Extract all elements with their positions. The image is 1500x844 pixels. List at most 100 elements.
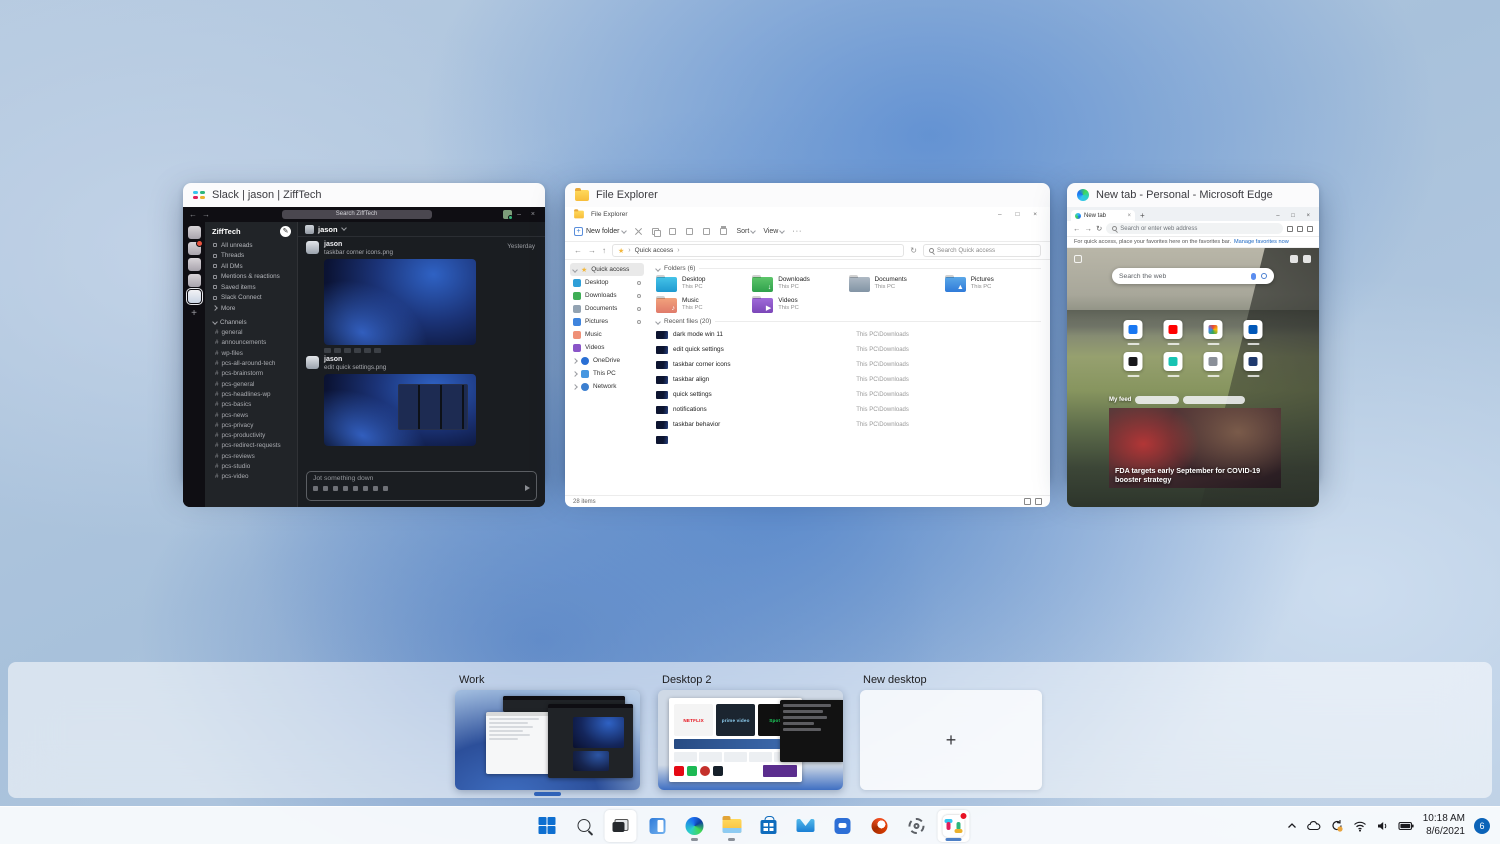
slack-card-header: Slack | jason | ZiffTech bbox=[183, 183, 545, 207]
composer-toolbar bbox=[313, 485, 530, 491]
recent-file-row: notificationsThis PC\Downloads bbox=[656, 402, 1041, 417]
edge-icon bbox=[1077, 189, 1089, 201]
send-icon bbox=[525, 485, 530, 491]
new-tab-icon: + bbox=[1140, 211, 1145, 220]
sidebar-item-videos: Videos bbox=[570, 341, 644, 354]
attachment-image-settings bbox=[324, 374, 476, 446]
browser-tab: New tab × bbox=[1071, 210, 1135, 221]
folder-tile-videos: ▶ VideosThis PC bbox=[752, 297, 848, 313]
workspace-name: ZiffTech bbox=[212, 227, 280, 236]
recent-file-row: taskbar behaviorThis PC\Downloads bbox=[656, 417, 1041, 432]
mail-icon bbox=[797, 819, 815, 832]
battery-icon[interactable] bbox=[1398, 821, 1414, 831]
task-view-window-slack[interactable]: Slack | jason | ZiffTech ← → Search Ziff… bbox=[183, 183, 545, 483]
refresh-icon: ↻ bbox=[910, 246, 917, 255]
copy-icon bbox=[651, 227, 660, 236]
netflix-tile: NETFLIX bbox=[674, 704, 713, 736]
quick-link-tiles bbox=[1124, 320, 1263, 371]
search-button[interactable] bbox=[568, 810, 600, 842]
search-icon bbox=[1261, 273, 1267, 279]
folder-tile-desktop: DesktopThis PC bbox=[656, 276, 752, 292]
quick-link-tile bbox=[1244, 320, 1263, 339]
onedrive-cloud-icon[interactable] bbox=[1307, 820, 1321, 832]
start-button[interactable] bbox=[531, 810, 563, 842]
message-composer: Jot something down bbox=[306, 471, 537, 501]
pictures-folder-icon: ▲ bbox=[945, 277, 966, 292]
taskbar: 10:18 AM 8/6/2021 6 bbox=[0, 806, 1500, 844]
explorer-thumbnail: File Explorer – □ × +New folder Sort Vie… bbox=[565, 207, 1050, 507]
edge-window-title: New tab - Personal - Microsoft Edge bbox=[1096, 189, 1273, 201]
sidebar-item-onedrive: OneDrive bbox=[570, 354, 644, 367]
quick-link-tile bbox=[1204, 320, 1223, 339]
new-desktop-button[interactable]: + bbox=[860, 690, 1042, 790]
channel-item: pcs-general bbox=[205, 379, 297, 389]
slack-taskbar-button[interactable] bbox=[938, 810, 970, 842]
camera-icon bbox=[1290, 255, 1298, 263]
desktop-thumbnail-work[interactable] bbox=[455, 690, 640, 790]
task-view-window-file-explorer[interactable]: File Explorer File Explorer – □ × +New f… bbox=[565, 183, 1050, 483]
card-row bbox=[674, 752, 797, 762]
more-options-icon: ··· bbox=[792, 228, 802, 235]
refresh-icon: ↻ bbox=[1096, 224, 1102, 233]
settings-button[interactable] bbox=[901, 810, 933, 842]
explorer-window-title: File Explorer bbox=[596, 189, 658, 201]
volume-icon[interactable] bbox=[1376, 820, 1389, 832]
windows-start-icon bbox=[538, 817, 555, 834]
roku-banner bbox=[763, 765, 797, 777]
clock[interactable]: 10:18 AM 8/6/2021 bbox=[1423, 813, 1465, 838]
sidebar-item-more: More bbox=[205, 303, 297, 314]
feed-filter-pill bbox=[1183, 396, 1245, 404]
web-search-box: Search the web bbox=[1112, 268, 1274, 284]
explorer-card-header: File Explorer bbox=[565, 183, 1050, 207]
folder-tile-music: ♪ MusicThis PC bbox=[656, 297, 752, 313]
windows11-task-view: { "windows": { "slack": { "title": "Slac… bbox=[0, 0, 1500, 844]
workspace-icon bbox=[188, 274, 201, 287]
paste-icon bbox=[668, 227, 677, 236]
quick-link-tile bbox=[1244, 352, 1263, 371]
explorer-toolbar: +New folder Sort View ··· bbox=[565, 221, 1050, 242]
task-view-window-edge[interactable]: New tab - Personal - Microsoft Edge New … bbox=[1067, 183, 1319, 483]
task-view-icon bbox=[613, 819, 629, 832]
browser-action-icons bbox=[1287, 226, 1313, 232]
message-author: jason bbox=[324, 356, 386, 363]
slack-window-title: Slack | jason | ZiffTech bbox=[212, 189, 321, 201]
notification-count-badge[interactable]: 6 bbox=[1474, 818, 1490, 834]
app-icons-row bbox=[674, 765, 797, 777]
message-avatar bbox=[306, 356, 319, 369]
desktop-thumbnail-2[interactable]: NETFLIX prime video Spotify bbox=[658, 690, 843, 790]
tray-overflow-chevron-icon[interactable] bbox=[1286, 820, 1298, 832]
widgets-icon bbox=[650, 818, 666, 834]
edge-taskbar-button[interactable] bbox=[679, 810, 711, 842]
breadcrumb: ★ › Quick access › bbox=[612, 244, 904, 257]
channel-item: pcs-productivity bbox=[205, 430, 297, 440]
quick-link-tile bbox=[1124, 352, 1143, 371]
search-icon bbox=[577, 819, 590, 832]
gear-icon bbox=[909, 818, 925, 834]
channel-item: pcs-all-around-tech bbox=[205, 358, 297, 368]
explorer-search-box: Search Quick access bbox=[923, 244, 1041, 257]
channel-item: pcs-redirect-requests bbox=[205, 441, 297, 451]
item-count: 28 items bbox=[573, 499, 596, 505]
file-explorer-taskbar-button[interactable] bbox=[716, 810, 748, 842]
active-desktop-indicator bbox=[534, 792, 561, 796]
task-view-button[interactable] bbox=[605, 810, 637, 842]
message-avatar bbox=[306, 241, 319, 254]
wifi-icon[interactable] bbox=[1353, 820, 1367, 832]
view-button: View bbox=[763, 228, 784, 235]
edge-card-header: New tab - Personal - Microsoft Edge bbox=[1067, 183, 1319, 207]
channel-item: wp-files bbox=[205, 348, 297, 358]
workspace-icon-selected bbox=[188, 290, 201, 303]
office-button[interactable] bbox=[864, 810, 896, 842]
sidebar-item-network: Network bbox=[570, 380, 644, 393]
teams-chat-button[interactable] bbox=[827, 810, 859, 842]
sync-update-icon[interactable] bbox=[1330, 819, 1344, 832]
sidebar-item-downloads: Downloads bbox=[570, 289, 644, 302]
workspace-icon bbox=[188, 258, 201, 271]
view-toggle-icons bbox=[1024, 498, 1042, 505]
mini-window-slack bbox=[548, 704, 633, 778]
microsoft-store-button[interactable] bbox=[753, 810, 785, 842]
widgets-button[interactable] bbox=[642, 810, 674, 842]
slack-icon bbox=[193, 189, 205, 201]
mail-button[interactable] bbox=[790, 810, 822, 842]
gear-icon bbox=[1303, 255, 1311, 263]
